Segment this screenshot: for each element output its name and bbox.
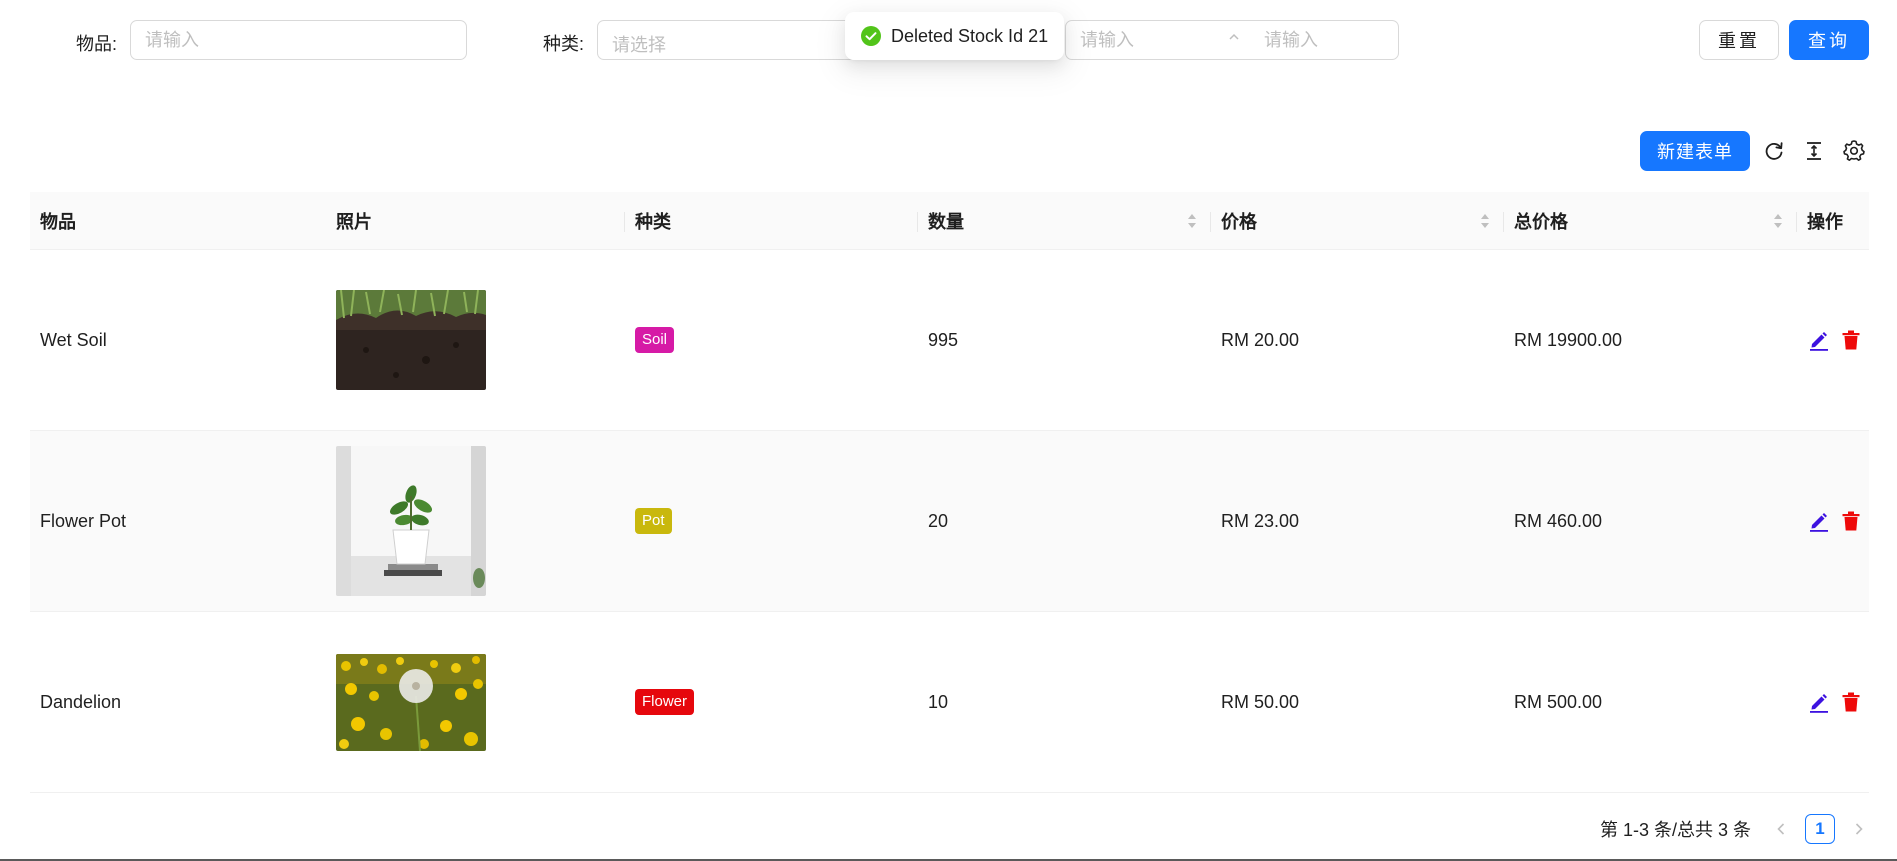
category-tag: Flower <box>635 689 695 715</box>
toast-message: Deleted Stock Id 21 <box>891 25 1049 46</box>
edit-icon[interactable] <box>1807 509 1831 533</box>
quantity-cell: 10 <box>928 691 949 712</box>
column-height-icon[interactable] <box>1803 140 1825 162</box>
new-form-button[interactable]: 新建表单 <box>1640 131 1750 171</box>
category-tag: Soil <box>635 327 675 353</box>
total-price-cell: RM 19900.00 <box>1514 329 1623 350</box>
table-row: Wet Soil Soil 995 RM 20.00 RM 19900.00 <box>30 250 1869 431</box>
category-tag: Pot <box>635 508 672 534</box>
category-cell: Soil <box>625 250 675 430</box>
price-cell: RM 23.00 <box>1221 510 1300 531</box>
sort-caret-icon[interactable] <box>1772 210 1784 232</box>
dandelion-photo[interactable] <box>336 653 486 751</box>
column-header-total-price[interactable]: 总价格 <box>1504 192 1796 250</box>
quantity-cell: 995 <box>928 329 959 350</box>
total-price-cell: RM 500.00 <box>1514 691 1603 712</box>
next-page-icon[interactable] <box>1849 819 1869 839</box>
reset-button[interactable]: 重置 <box>1699 20 1779 60</box>
column-header-quantity-label: 数量 <box>928 212 964 232</box>
sort-caret-icon[interactable] <box>1479 210 1491 232</box>
column-header-category: 种类 <box>635 212 671 232</box>
item-name-cell: Wet Soil <box>40 329 107 350</box>
delete-icon[interactable] <box>1839 509 1863 533</box>
column-header-photo: 照片 <box>336 212 372 232</box>
column-header-actions: 操作 <box>1807 212 1843 232</box>
photo-cell <box>326 612 486 792</box>
pagination: 第 1-3 条/总共 3 条 1 <box>1600 814 1869 844</box>
actions-cell <box>1797 250 1863 430</box>
page-item-current[interactable]: 1 <box>1805 814 1835 844</box>
range-to-input[interactable] <box>1264 21 1394 59</box>
column-header-price[interactable]: 价格 <box>1211 192 1503 250</box>
prev-page-icon[interactable] <box>1771 819 1791 839</box>
category-select-placeholder: 请选择 <box>612 35 666 55</box>
pagination-total: 第 1-3 条/总共 3 条 <box>1599 820 1751 840</box>
category-select[interactable]: 请选择 <box>597 20 857 60</box>
check-circle-icon <box>861 26 881 46</box>
stock-table: 物品 照片 种类 数量 价格 总价格 操作 Wet Soil Soil 995 … <box>30 192 1869 793</box>
range-input-group <box>1065 20 1399 60</box>
actions-cell <box>1797 612 1863 792</box>
price-cell: RM 50.00 <box>1221 691 1300 712</box>
price-cell: RM 20.00 <box>1221 329 1300 350</box>
total-price-cell: RM 460.00 <box>1514 510 1603 531</box>
table-row: Flower Pot Pot 20 RM 23.00 RM 460.00 <box>30 431 1869 612</box>
query-button[interactable]: 查询 <box>1789 20 1869 60</box>
table-header: 物品 照片 种类 数量 价格 总价格 操作 <box>30 192 1869 250</box>
column-header-price-label: 价格 <box>1221 212 1257 232</box>
category-label: 种类: <box>543 34 585 54</box>
category-cell: Flower <box>625 612 695 792</box>
actions-cell <box>1797 431 1863 611</box>
delete-icon[interactable] <box>1839 328 1863 352</box>
item-name-cell: Flower Pot <box>40 510 127 531</box>
quantity-cell: 20 <box>928 510 949 531</box>
setting-icon[interactable] <box>1843 140 1865 162</box>
item-search-input[interactable] <box>130 20 467 60</box>
column-header-item: 物品 <box>40 212 76 232</box>
photo-cell <box>326 250 486 430</box>
success-toast: Deleted Stock Id 21 <box>845 12 1065 60</box>
flower-pot-photo[interactable] <box>336 446 486 596</box>
item-name-cell: Dandelion <box>40 691 122 712</box>
wet-soil-photo[interactable] <box>336 290 486 390</box>
delete-icon[interactable] <box>1839 690 1863 714</box>
table-row: Dandelion Flower 10 RM 50.00 RM 500.00 <box>30 612 1869 793</box>
item-label: 物品: <box>76 34 118 54</box>
column-header-total-price-label: 总价格 <box>1514 212 1568 232</box>
range-from-input[interactable] <box>1080 21 1230 59</box>
sort-caret-icon[interactable] <box>1186 210 1198 232</box>
category-cell: Pot <box>625 431 672 611</box>
reload-icon[interactable] <box>1763 140 1785 162</box>
range-separator-icon <box>1226 29 1242 49</box>
photo-cell <box>326 431 486 611</box>
edit-icon[interactable] <box>1807 690 1831 714</box>
edit-icon[interactable] <box>1807 328 1831 352</box>
